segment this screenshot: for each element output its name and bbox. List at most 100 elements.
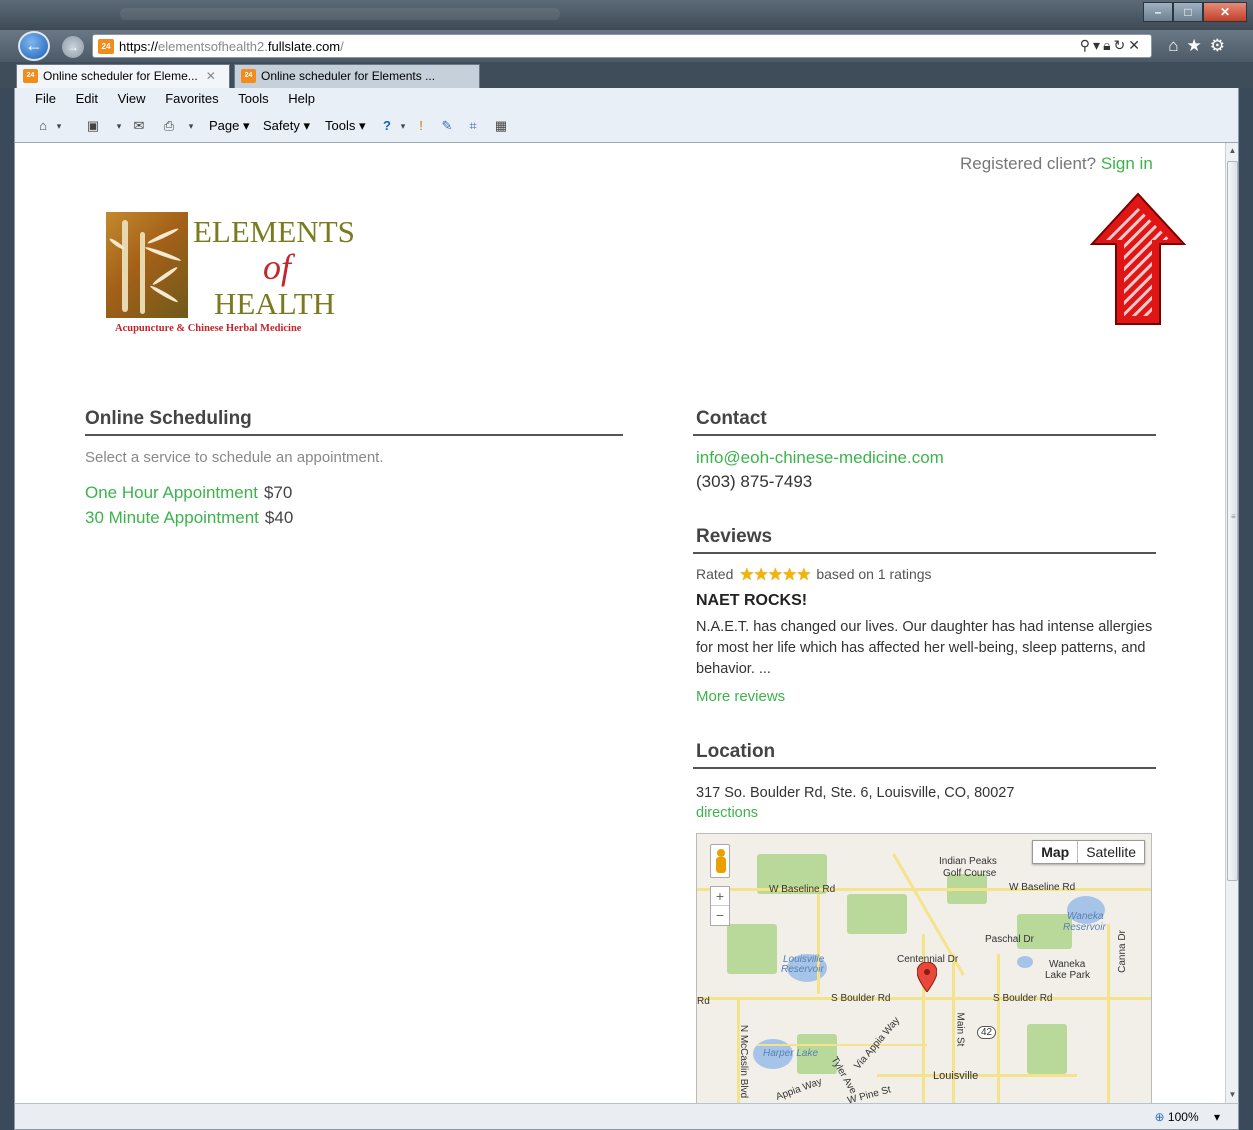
zoom-magnifier-icon: ⊕ xyxy=(1154,1110,1165,1124)
sign-in-link[interactable]: Sign in xyxy=(1101,154,1153,173)
onenote-icon[interactable]: ✎ xyxy=(439,118,455,134)
tools-menu-button[interactable]: Tools ▾ xyxy=(325,118,366,134)
menu-edit[interactable]: Edit xyxy=(76,88,98,110)
map-label: N McCaslin Blvd xyxy=(738,1024,750,1099)
tab-title: Online scheduler for Elements ... xyxy=(261,69,436,83)
stop-icon[interactable]: ✕ xyxy=(1128,37,1143,53)
window-titlebar: – □ ✕ xyxy=(0,0,1253,30)
map-type-satellite-button[interactable]: Satellite xyxy=(1078,841,1144,863)
chevron-down-icon[interactable]: ▾ xyxy=(1214,1110,1220,1124)
feeds-icon[interactable]: ▣ xyxy=(85,118,101,134)
snip-icon[interactable]: ▦ xyxy=(493,118,509,134)
back-button[interactable]: ← xyxy=(18,31,50,61)
favorites-star-icon[interactable]: ★ xyxy=(1187,36,1210,55)
chevron-down-icon[interactable]: ▾ xyxy=(183,118,199,134)
scheduling-subtitle: Select a service to schedule an appointm… xyxy=(85,449,384,466)
service-link-30-minute[interactable]: 30 Minute Appointment xyxy=(85,508,259,527)
business-logo[interactable]: ELEMENTS of HEALTH Acupuncture & Chinese… xyxy=(103,210,393,340)
location-divider xyxy=(693,767,1156,769)
more-reviews-link[interactable]: More reviews xyxy=(696,688,785,705)
tab-title: Online scheduler for Eleme... xyxy=(43,69,198,83)
tab-strip: 24 Online scheduler for Eleme... ✕ 24 Onl… xyxy=(0,62,1253,88)
settings-gear-icon[interactable]: ⚙ xyxy=(1210,36,1233,55)
tab-inactive[interactable]: 24 Online scheduler for Elements ... xyxy=(234,64,480,88)
menu-view[interactable]: View xyxy=(118,88,146,110)
service-price: $70 xyxy=(263,483,293,502)
map-label: Harper Lake xyxy=(763,1048,819,1059)
contact-email-link[interactable]: info@eoh-chinese-medicine.com xyxy=(696,448,944,468)
safety-menu-button[interactable]: Safety ▾ xyxy=(263,118,310,134)
search-icon[interactable]: ⚲ xyxy=(1080,37,1093,53)
review-body: N.A.E.T. has changed our lives. Our daug… xyxy=(696,619,1153,677)
street-view-pegman-icon[interactable] xyxy=(710,844,730,878)
command-bar: ⌂ ▾ ▣ ▾ ✉ ⎙ ▾ Page ▾ Safety ▾ Tools ▾ ? … xyxy=(14,110,1239,143)
home-icon[interactable]: ⌂ xyxy=(35,118,51,134)
forward-button[interactable]: → xyxy=(62,36,84,58)
signin-prompt: Registered client? xyxy=(960,154,1097,173)
map-marker-icon[interactable] xyxy=(917,962,937,992)
tab-favicon-icon: 24 xyxy=(23,69,38,83)
chevron-down-icon[interactable]: ▾ xyxy=(111,118,127,134)
reviews-heading: Reviews xyxy=(696,526,773,547)
tab-close-icon[interactable]: ✕ xyxy=(206,69,216,83)
logo-text-health: HEALTH xyxy=(214,286,336,321)
service-item: One Hour Appointment $70 xyxy=(85,483,292,503)
menu-tools[interactable]: Tools xyxy=(238,88,268,110)
map-zoom-out-button[interactable]: − xyxy=(711,906,729,925)
logo-tagline: Acupuncture & Chinese Herbal Medicine xyxy=(115,323,302,334)
logo-text-elements: ELEMENTS xyxy=(193,214,355,249)
map-label: Canna Dr xyxy=(1116,930,1128,973)
map-label: Lake Park xyxy=(1045,970,1091,981)
mail-icon[interactable]: ✉ xyxy=(131,118,147,134)
map-label: Reservoir xyxy=(1063,922,1106,933)
map-label: Waneka xyxy=(1067,911,1104,922)
site-favicon-icon: 24 xyxy=(98,39,114,54)
service-price: $40 xyxy=(264,508,294,527)
close-window-button[interactable]: ✕ xyxy=(1203,2,1247,22)
page-menu-button[interactable]: Page ▾ xyxy=(209,118,250,134)
chevron-down-icon[interactable]: ▾ xyxy=(51,118,67,134)
map-label: Golf Course xyxy=(943,868,997,879)
map-type-control: Map Satellite xyxy=(1032,840,1145,864)
chevron-down-icon[interactable]: ▾ xyxy=(395,118,411,134)
service-link-one-hour[interactable]: One Hour Appointment xyxy=(85,483,258,502)
translate-icon[interactable]: ⌗ xyxy=(465,118,481,134)
menu-favorites[interactable]: Favorites xyxy=(165,88,218,110)
map-label: S Boulder Rd xyxy=(993,993,1053,1004)
refresh-icon[interactable]: ↻ xyxy=(1114,37,1129,53)
location-heading: Location xyxy=(696,741,776,762)
review-title: NAET ROCKS! xyxy=(696,592,808,609)
scroll-up-icon[interactable]: ▲ xyxy=(1226,143,1239,159)
business-address: 317 So. Boulder Rd, Ste. 6, Louisville, … xyxy=(696,785,1015,801)
status-bar: ⊕ 100% ▾ xyxy=(14,1103,1239,1130)
directions-link[interactable]: directions xyxy=(696,805,758,821)
scroll-thumb[interactable]: ≡ xyxy=(1227,161,1238,881)
home-icon[interactable]: ⌂ xyxy=(1168,36,1186,55)
url-text[interactable]: https://elementsofhealth2.fullslate.com/ xyxy=(119,39,344,54)
zoom-level[interactable]: ⊕ 100% ▾ xyxy=(1155,1110,1220,1124)
map-label: W Baseline Rd xyxy=(769,884,836,895)
help-icon[interactable]: ? xyxy=(379,118,395,134)
address-bar-tools: ⚲▾🔒︎↻✕ xyxy=(1080,37,1143,54)
location-map[interactable]: Indian Peaks Golf Course W Baseline Rd W… xyxy=(696,833,1152,1103)
route-shield: 42 xyxy=(977,1026,997,1039)
logo-text-of: of xyxy=(263,247,292,287)
map-type-map-button[interactable]: Map xyxy=(1033,841,1079,863)
print-icon[interactable]: ⎙ xyxy=(161,118,177,134)
maximize-button[interactable]: □ xyxy=(1173,2,1203,22)
map-label: Paschal Dr xyxy=(985,934,1034,945)
contact-heading: Contact xyxy=(696,408,767,429)
minimize-button[interactable]: – xyxy=(1143,2,1173,22)
dropdown-icon[interactable]: ▾ xyxy=(1093,37,1103,53)
map-label: S Boulder Rd xyxy=(831,993,891,1004)
address-bar-row: ← → 24 https://elementsofhealth2.fullsla… xyxy=(0,30,1253,62)
tab-active[interactable]: 24 Online scheduler for Eleme... ✕ xyxy=(16,64,230,88)
menu-file[interactable]: File xyxy=(35,88,56,110)
vertical-scrollbar[interactable]: ▲ ≡ ▼ xyxy=(1225,143,1239,1103)
scroll-down-icon[interactable]: ▼ xyxy=(1226,1087,1239,1103)
address-bar[interactable]: 24 https://elementsofhealth2.fullslate.c… xyxy=(92,34,1152,58)
map-zoom-in-button[interactable]: + xyxy=(711,887,729,906)
research-icon[interactable]: ǃ xyxy=(413,118,429,134)
lock-icon[interactable]: 🔒︎ xyxy=(1103,37,1113,53)
menu-help[interactable]: Help xyxy=(288,88,315,110)
